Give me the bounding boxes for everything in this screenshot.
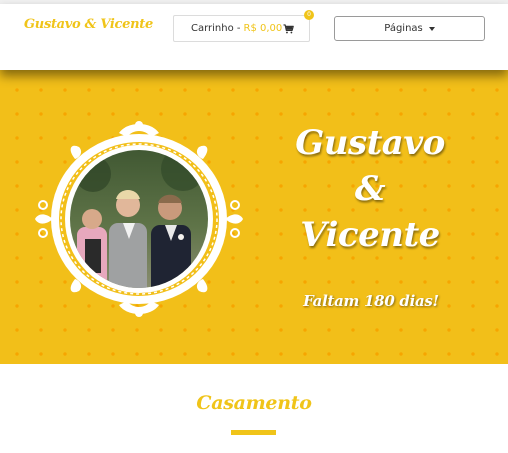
site-header: Gustavo & Vicente Carrinho - R$ 0,00 0 P…: [0, 4, 508, 70]
caret-down-icon: [428, 26, 435, 31]
cart-total: R$ 0,00: [243, 23, 283, 34]
hero-banner: Gustavo & Vicente Faltam 180 dias!: [0, 70, 508, 364]
name-gustavo: Gustavo: [295, 123, 445, 163]
countdown-text: Faltam 180 dias!: [303, 292, 439, 310]
pages-dropdown-button[interactable]: Páginas: [334, 16, 485, 41]
section-divider: [231, 430, 276, 435]
name-ampersand: &: [354, 169, 386, 209]
couple-photo-frame: [35, 121, 243, 317]
cart-label: Carrinho -: [191, 23, 241, 34]
name-vicente: Vicente: [300, 215, 440, 255]
couple-names: Gustavo & Vicente: [295, 120, 445, 258]
section-title: Casamento: [196, 392, 312, 414]
pages-dropdown-label: Páginas: [384, 23, 423, 34]
site-logo[interactable]: Gustavo & Vicente: [24, 17, 153, 32]
cart-icon: [283, 24, 294, 34]
cart-button[interactable]: Carrinho - R$ 0,00: [173, 15, 310, 42]
cart-count-badge: 0: [304, 10, 314, 20]
